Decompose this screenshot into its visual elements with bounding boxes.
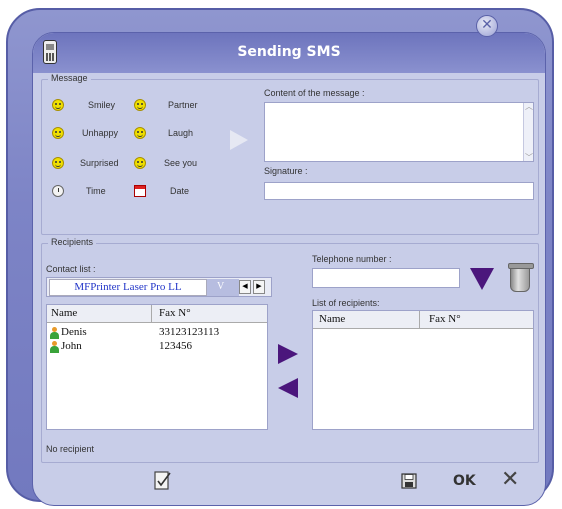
contact-icon — [50, 327, 59, 339]
contact-name: John — [61, 340, 82, 352]
contact-name: Denis — [61, 326, 87, 338]
emoticon-smiley[interactable]: Smiley — [52, 96, 132, 114]
emoticon-see-you[interactable]: See you — [134, 154, 214, 172]
column-divider — [419, 311, 420, 329]
status-text: No recipient — [46, 444, 95, 454]
emoticon-label: See you — [164, 158, 198, 168]
save-icon[interactable] — [401, 473, 417, 489]
emoticon-label: Partner — [168, 100, 198, 110]
window-title: Sending SMS — [237, 44, 341, 60]
close-icon[interactable]: ✕ — [476, 15, 498, 37]
ok-button[interactable]: OK — [453, 473, 476, 489]
list-of-recipients-label: List of recipients: — [312, 298, 380, 308]
add-number-arrow-icon[interactable] — [470, 268, 494, 290]
column-divider — [151, 305, 152, 323]
window-frame: Sending SMS Message Smiley Partner Unhap… — [6, 8, 554, 506]
tab-prev-button[interactable]: ◀ — [239, 280, 251, 294]
contact-list-label: Contact list : — [46, 264, 96, 274]
contact-fax: 33123123113 — [159, 326, 220, 338]
emoticon-laugh[interactable]: Laugh — [134, 124, 214, 142]
column-header-name[interactable]: Name — [51, 307, 77, 319]
laugh-smiley-icon — [134, 127, 146, 139]
calendar-icon — [134, 185, 146, 197]
clock-icon — [52, 185, 64, 197]
contact-icon — [50, 341, 59, 353]
insert-arrow-icon[interactable] — [230, 130, 248, 150]
column-header-name[interactable]: Name — [319, 313, 345, 325]
add-recipient-arrow-icon[interactable] — [278, 344, 298, 364]
tab-second[interactable]: V — [207, 279, 239, 296]
message-group: Message Smiley Partner Unhappy Laugh Sur… — [41, 73, 539, 235]
cancel-icon[interactable]: ✕ — [501, 467, 519, 492]
smiley-icon — [52, 99, 64, 111]
surprised-smiley-icon — [52, 157, 64, 169]
tab-mfprinter[interactable]: MFPrinter Laser Pro LL — [49, 279, 207, 296]
dialog-body: Sending SMS Message Smiley Partner Unhap… — [32, 32, 546, 506]
telephone-number-input[interactable] — [312, 268, 460, 288]
emoticon-partner[interactable]: Partner — [134, 96, 214, 114]
emoticon-label: Surprised — [80, 158, 119, 168]
emoticon-label: Date — [170, 186, 190, 196]
column-header-fax[interactable]: Fax N° — [429, 313, 461, 325]
message-group-label: Message — [48, 73, 91, 83]
table-row[interactable]: Denis 33123123113 — [47, 326, 267, 340]
emoticon-label: Smiley — [88, 100, 116, 110]
contact-list-tabs: MFPrinter Laser Pro LL V ◀ ▶ — [46, 277, 272, 297]
recipients-table-header: Name Fax N° — [313, 311, 533, 329]
content-label: Content of the message : — [264, 88, 365, 98]
trash-icon[interactable] — [508, 263, 534, 292]
check-document-icon[interactable] — [153, 469, 173, 491]
signature-label: Signature : — [264, 166, 308, 176]
wink-smiley-icon — [134, 157, 146, 169]
emoticon-unhappy[interactable]: Unhappy — [52, 124, 132, 142]
contacts-table: Name Fax N° Denis 33123123113 John 12345… — [46, 304, 268, 430]
title-bar: Sending SMS — [33, 33, 545, 73]
unhappy-smiley-icon — [52, 127, 64, 139]
vertical-scrollbar[interactable] — [523, 101, 533, 163]
remove-recipient-arrow-icon[interactable] — [278, 378, 298, 398]
contacts-table-header: Name Fax N° — [47, 305, 267, 323]
smiley-icon — [134, 99, 146, 111]
insert-time-button[interactable]: Time — [52, 182, 132, 200]
recipients-group: Recipients Contact list : MFPrinter Lase… — [41, 237, 539, 463]
emoticon-label: Time — [86, 186, 106, 196]
contact-fax: 123456 — [159, 340, 192, 352]
tab-next-button[interactable]: ▶ — [253, 280, 265, 294]
recipients-group-label: Recipients — [48, 237, 97, 247]
signature-input[interactable] — [264, 182, 534, 200]
column-header-fax[interactable]: Fax N° — [159, 307, 191, 319]
insert-date-button[interactable]: Date — [134, 182, 214, 200]
emoticon-label: Unhappy — [82, 128, 119, 138]
emoticon-label: Laugh — [168, 128, 194, 138]
telephone-number-label: Telephone number : — [312, 254, 392, 264]
table-row[interactable]: John 123456 — [47, 340, 267, 354]
recipients-table: Name Fax N° — [312, 310, 534, 430]
emoticon-surprised[interactable]: Surprised — [52, 154, 132, 172]
message-content-textarea[interactable] — [264, 101, 534, 163]
